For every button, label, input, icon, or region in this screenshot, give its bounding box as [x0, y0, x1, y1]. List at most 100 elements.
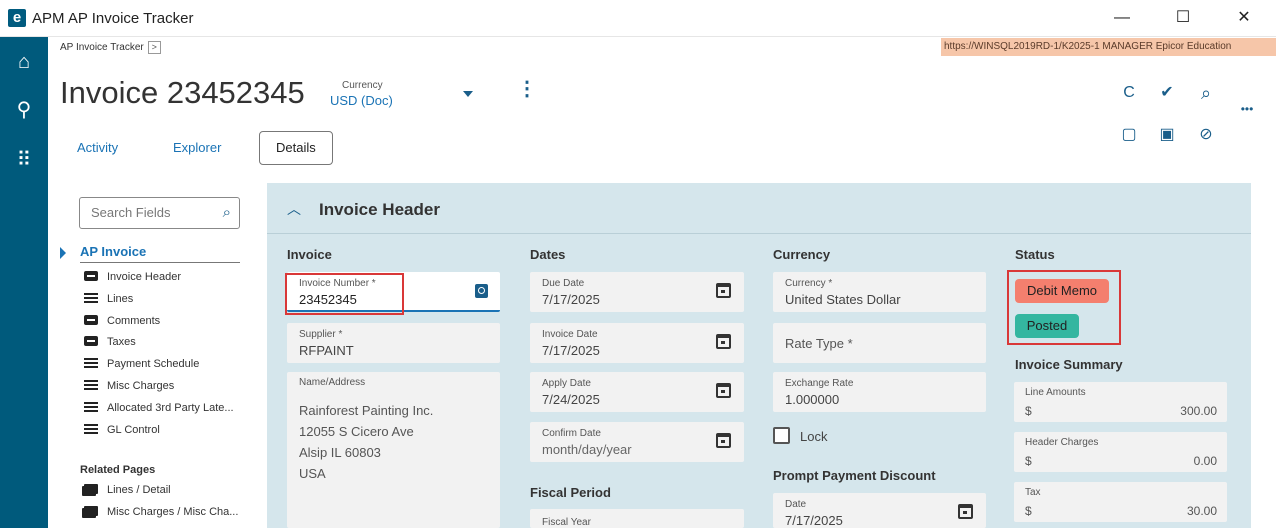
page-title: Invoice 23452345	[60, 75, 305, 110]
nav-item-taxes[interactable]: Taxes	[84, 336, 136, 352]
nav-item-misc-charges[interactable]: Misc Charges	[84, 380, 174, 396]
panel-toggle-icon[interactable]: ▣	[1156, 124, 1178, 146]
currency-field[interactable]: Currency * United States Dollar	[773, 272, 986, 312]
tax-field: Tax $ 30.00	[1014, 482, 1227, 522]
right-scroll-strip	[1251, 183, 1276, 528]
nav-item-lines[interactable]: Lines	[84, 293, 133, 309]
currency-symbol: $	[1025, 504, 1032, 518]
title-bar: e APM AP Invoice Tracker — ☐ ✕	[0, 0, 1276, 37]
due-date-label: Due Date	[542, 278, 585, 289]
nav-item-allocated-3rd-party[interactable]: Allocated 3rd Party Late...	[84, 402, 234, 418]
search-icon[interactable]: ⚲	[11, 97, 37, 123]
breadcrumb-label[interactable]: AP Invoice Tracker	[60, 42, 144, 53]
invoice-date-value[interactable]: 7/17/2025	[542, 343, 600, 358]
supplier-value[interactable]: RFPAINT	[299, 343, 354, 358]
nav-head-ap-invoice[interactable]: AP Invoice	[80, 244, 240, 263]
dates-column-heading: Dates	[530, 247, 566, 262]
invoice-date-field[interactable]: Invoice Date 7/17/2025	[530, 323, 744, 363]
supplier-field[interactable]: Supplier * RFPAINT	[287, 323, 500, 363]
apply-date-label: Apply Date	[542, 378, 591, 389]
home-icon[interactable]: ⌂	[11, 49, 37, 75]
list-icon	[84, 380, 98, 390]
minimize-button[interactable]: —	[1102, 4, 1142, 32]
discount-date-label: Date	[785, 499, 807, 510]
highlight-status-badges	[1007, 270, 1121, 345]
search-fields-input[interactable]: Search Fields ⌕	[79, 197, 240, 229]
apply-date-field[interactable]: Apply Date 7/24/2025	[530, 372, 744, 412]
exchange-rate-value[interactable]: 1.000000	[785, 392, 839, 407]
currency-selector[interactable]: Currency USD (Doc)	[330, 80, 393, 108]
attachment-icon[interactable]: ⊘	[1195, 124, 1217, 146]
highlight-invoice-number	[285, 273, 404, 315]
invoice-summary-heading: Invoice Summary	[1015, 357, 1123, 372]
clear-icon[interactable]: ✔	[1156, 82, 1178, 104]
card-icon	[84, 271, 98, 281]
address-line: Alsip IL 60803	[299, 445, 381, 460]
apply-date-value[interactable]: 7/24/2025	[542, 392, 600, 407]
prompt-payment-discount-heading: Prompt Payment Discount	[773, 468, 936, 483]
confirm-date-label: Confirm Date	[542, 428, 601, 439]
pages-icon	[84, 506, 98, 516]
line-amounts-field: Line Amounts $ 300.00	[1014, 382, 1227, 422]
chevron-down-icon[interactable]	[463, 91, 473, 97]
related-item-lines-detail[interactable]: Lines / Detail	[84, 484, 171, 500]
window-title: APM AP Invoice Tracker	[32, 10, 194, 27]
exchange-rate-label: Exchange Rate	[785, 378, 854, 389]
nav-item-label: Misc Charges	[107, 380, 175, 392]
currency-column-heading: Currency	[773, 247, 831, 262]
nav-item-gl-control[interactable]: GL Control	[84, 424, 160, 440]
exchange-rate-field[interactable]: Exchange Rate 1.000000	[773, 372, 986, 412]
nav-item-label: Taxes	[107, 336, 136, 348]
calendar-icon[interactable]	[716, 334, 731, 349]
kebab-menu-icon[interactable]: ⋮	[517, 79, 537, 99]
related-item-misc-charges[interactable]: Misc Charges / Misc Cha...	[84, 506, 238, 522]
name-address-field: Name/Address Rainforest Painting Inc. 12…	[287, 372, 500, 528]
app-logo-icon: e	[8, 9, 26, 27]
search-icon[interactable]: ⌕	[223, 198, 231, 228]
breadcrumb: AP Invoice Tracker >	[60, 41, 161, 54]
refresh-icon[interactable]: C	[1118, 82, 1140, 104]
close-button[interactable]: ✕	[1224, 4, 1264, 32]
lock-checkbox[interactable]	[773, 427, 790, 444]
discount-date-value[interactable]: 7/17/2025	[785, 513, 843, 528]
related-item-label: Lines / Detail	[107, 484, 171, 496]
nav-item-comments[interactable]: Comments	[84, 315, 160, 331]
maximize-button[interactable]: ☐	[1163, 4, 1203, 32]
card-icon	[84, 336, 98, 346]
fiscal-year-field[interactable]: Fiscal Year	[530, 509, 744, 528]
rate-type-label: Rate Type *	[785, 336, 853, 351]
nav-item-label: Allocated 3rd Party Late...	[107, 402, 234, 414]
due-date-field[interactable]: Due Date 7/17/2025	[530, 272, 744, 312]
currency-value[interactable]: USD (Doc)	[330, 93, 393, 108]
lookup-icon[interactable]	[475, 284, 488, 298]
tab-activity[interactable]: Activity	[77, 140, 118, 155]
calendar-icon[interactable]	[716, 283, 731, 298]
search-tool-icon[interactable]: ⌕	[1195, 82, 1217, 104]
section-header[interactable]: ︿ Invoice Header	[267, 183, 1251, 234]
new-record-icon[interactable]: ▢	[1118, 124, 1140, 146]
chevron-up-icon[interactable]: ︿	[287, 199, 301, 219]
currency-field-value[interactable]: United States Dollar	[785, 292, 901, 307]
calendar-icon[interactable]	[716, 383, 731, 398]
card-icon	[84, 315, 98, 325]
tab-explorer[interactable]: Explorer	[173, 140, 221, 155]
calendar-icon[interactable]	[958, 504, 973, 519]
caret-right-icon	[60, 247, 66, 259]
more-options-icon[interactable]: •••	[1234, 98, 1260, 120]
confirm-date-placeholder[interactable]: month/day/year	[542, 442, 632, 457]
calendar-icon[interactable]	[716, 433, 731, 448]
nav-item-payment-schedule[interactable]: Payment Schedule	[84, 358, 199, 374]
rate-type-field[interactable]: Rate Type *	[773, 323, 986, 363]
nav-item-invoice-header[interactable]: Invoice Header	[84, 271, 181, 287]
apps-grid-icon[interactable]: ⠿	[11, 147, 37, 173]
confirm-date-field[interactable]: Confirm Date month/day/year	[530, 422, 744, 462]
list-icon	[84, 358, 98, 368]
discount-date-field[interactable]: Date 7/17/2025	[773, 493, 986, 528]
left-rail: ⌂ ⚲ ⠿	[0, 37, 48, 528]
section-title: Invoice Header	[319, 200, 440, 219]
tab-details[interactable]: Details	[259, 131, 333, 165]
due-date-value[interactable]: 7/17/2025	[542, 292, 600, 307]
nav-item-label: Invoice Header	[107, 271, 181, 283]
chevron-right-icon[interactable]: >	[147, 41, 161, 54]
invoice-date-label: Invoice Date	[542, 329, 598, 340]
